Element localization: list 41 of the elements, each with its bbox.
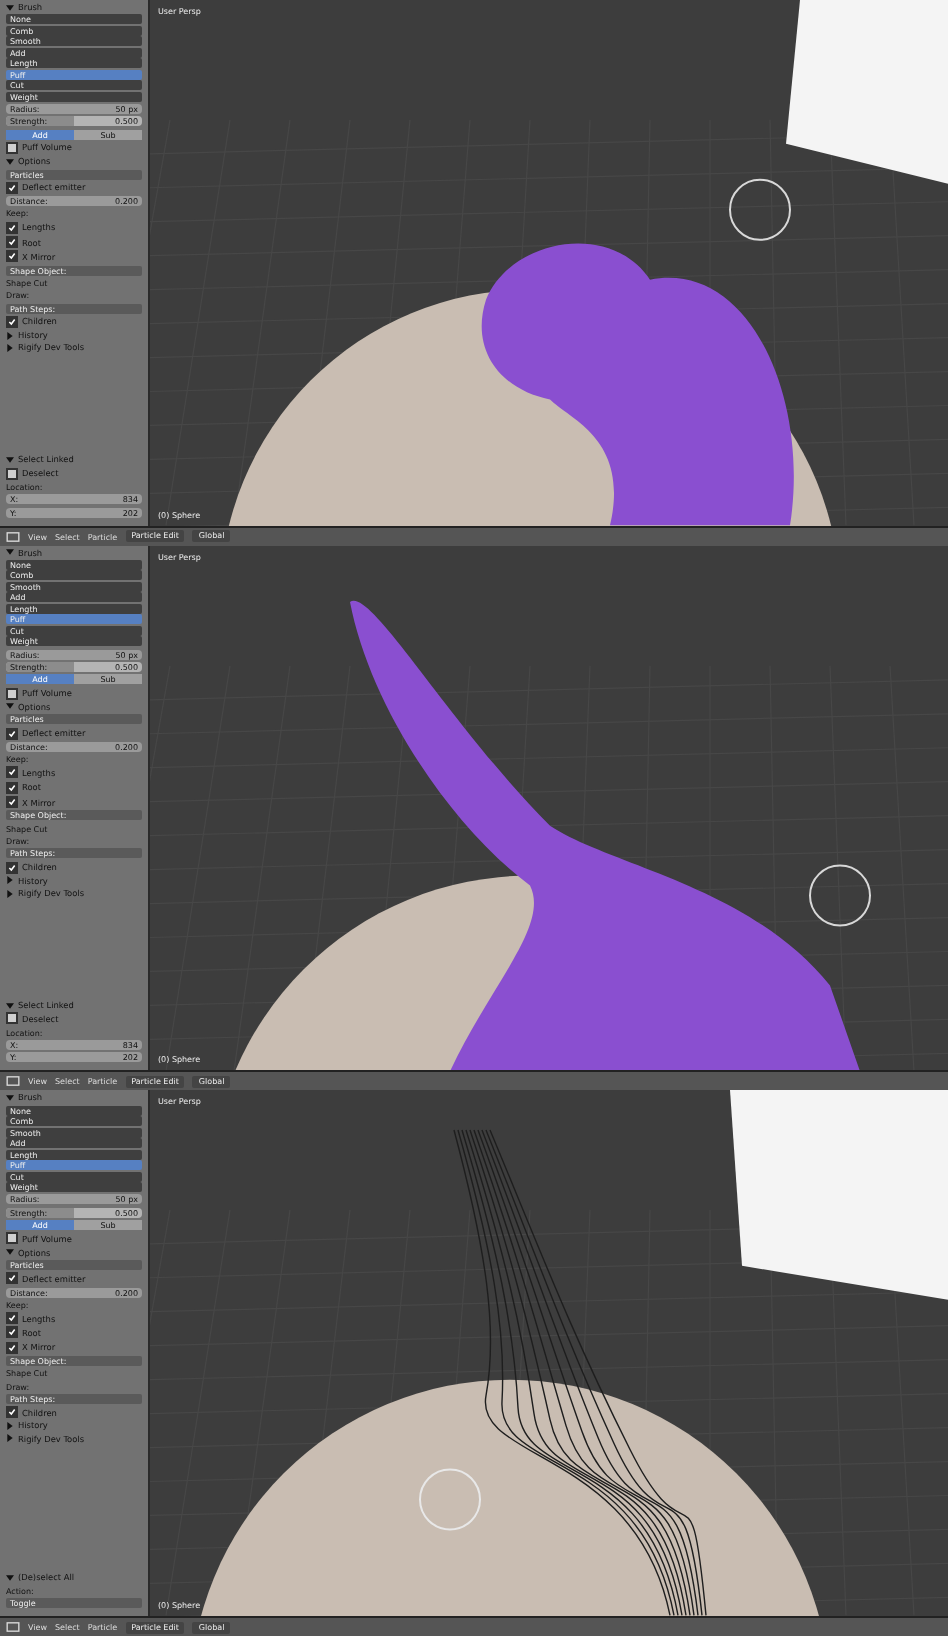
collapse-arrow-icon[interactable] <box>6 1001 14 1010</box>
brush-circle-icon <box>809 863 871 926</box>
expand-arrow-icon[interactable] <box>6 331 14 340</box>
collapse-arrow-icon[interactable] <box>6 1248 14 1257</box>
checkbox[interactable] <box>6 861 18 874</box>
checkbox[interactable] <box>6 236 18 249</box>
editor-type-icon[interactable] <box>6 531 20 542</box>
checkbox[interactable] <box>6 1326 18 1339</box>
collapse-arrow-icon[interactable] <box>6 1093 14 1102</box>
checkbox[interactable] <box>6 766 18 779</box>
checkbox[interactable] <box>6 1341 18 1354</box>
expand-arrow-icon[interactable] <box>6 1434 14 1443</box>
checkbox[interactable] <box>6 781 18 794</box>
checkbox[interactable] <box>6 796 18 809</box>
collapse-arrow-icon[interactable] <box>6 3 14 11</box>
editor-type-icon[interactable] <box>6 1622 20 1633</box>
checkbox[interactable] <box>6 221 18 234</box>
checkbox[interactable] <box>6 141 18 154</box>
expand-arrow-icon[interactable] <box>6 876 14 885</box>
collapse-arrow-icon[interactable] <box>6 702 14 711</box>
brush-circle-icon <box>419 1469 481 1532</box>
checkbox[interactable] <box>6 467 18 480</box>
brush-circle-icon <box>729 178 791 241</box>
collapse-arrow-icon[interactable] <box>6 548 14 557</box>
checkbox[interactable] <box>6 687 18 700</box>
expand-arrow-icon[interactable] <box>6 1421 14 1430</box>
checkbox[interactable] <box>6 315 18 328</box>
checkbox[interactable] <box>6 727 18 740</box>
expand-arrow-icon[interactable] <box>6 343 14 352</box>
collapse-arrow-icon[interactable] <box>6 1573 14 1582</box>
checkbox[interactable] <box>6 1232 18 1245</box>
collapse-arrow-icon[interactable] <box>6 157 14 166</box>
editor-type-icon[interactable] <box>6 1076 20 1087</box>
collapse-arrow-icon[interactable] <box>6 455 14 464</box>
checkbox[interactable] <box>6 250 18 263</box>
checkbox[interactable] <box>6 181 18 194</box>
checkbox[interactable] <box>6 1272 18 1285</box>
checkbox[interactable] <box>6 1012 18 1025</box>
expand-arrow-icon[interactable] <box>6 889 14 898</box>
checkbox[interactable] <box>6 1406 18 1419</box>
checkbox[interactable] <box>6 1312 18 1325</box>
